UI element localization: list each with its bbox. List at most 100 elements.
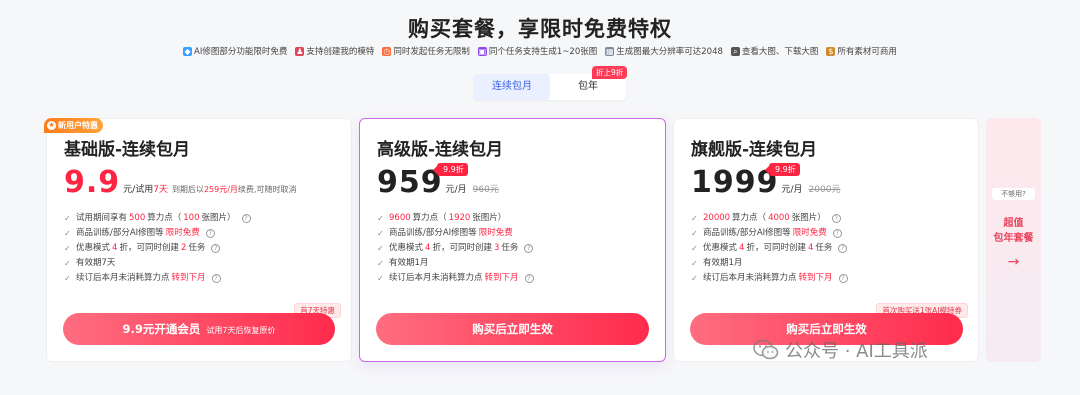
- feature-item: ✓ 有效期1月: [377, 256, 534, 271]
- new-user-badge: ★ 新用户特惠: [44, 118, 103, 133]
- check-icon: ✓: [64, 229, 71, 238]
- arrow-right-icon[interactable]: →: [986, 254, 1041, 270]
- help-icon[interactable]: ?: [211, 244, 221, 253]
- feature-item: ✓ 续订后本月未消耗算力点 转到下月?: [691, 271, 848, 286]
- help-icon[interactable]: ?: [241, 214, 251, 223]
- price-unit: 元/月: [445, 185, 467, 195]
- feature-item: ✓ 商品训练/部分AI修图等 限时免费?: [691, 226, 848, 241]
- perk-label: 同时发起任务无限制: [393, 47, 470, 57]
- check-icon: ✓: [377, 244, 384, 253]
- check-icon: ✓: [377, 214, 384, 223]
- price-unit: 元/月: [781, 185, 803, 195]
- buy-button[interactable]: 购买后立即生效: [376, 313, 649, 345]
- feature-text: 算力点（: [732, 213, 767, 223]
- check-icon: ✓: [64, 274, 71, 283]
- feature-highlight: 限时免费: [792, 228, 827, 238]
- help-icon[interactable]: ?: [832, 229, 842, 238]
- diamond-icon: ◆: [183, 46, 193, 56]
- discount-tag: 9.9折: [765, 163, 800, 176]
- renewal-note: 到期后以259元/月续费,可随时取消: [172, 184, 297, 195]
- feature-highlight: 1920: [448, 213, 471, 223]
- check-icon: ✓: [64, 214, 71, 223]
- feature-item: ✓ 20000 算力点（ 4000 张图片）?: [691, 211, 848, 226]
- feature-text: 有效期1月: [389, 258, 429, 268]
- feature-highlight: 限时免费: [165, 228, 200, 238]
- feature-highlight: 100: [183, 213, 200, 223]
- feature-text: 续订后本月未消耗算力点: [76, 273, 170, 283]
- plan-card-advanced: 高级版-连续包月 959 元/月 960元 9.9折 ✓ 9600 算力点（ 1920…: [359, 118, 666, 362]
- check-icon: ✓: [377, 259, 384, 268]
- fire-icon: ★: [47, 121, 56, 130]
- upsell-question: 不够用?: [992, 188, 1035, 200]
- watermark-text: 公众号 · AI工具派: [785, 341, 928, 362]
- help-icon[interactable]: ?: [205, 229, 215, 238]
- perk-item: ♟ 支持创建我的模特: [295, 45, 374, 57]
- feature-highlight: 3: [493, 243, 500, 253]
- feature-highlight: 4000: [768, 213, 790, 223]
- perks-bar: ◆ AI修图部分功能限时免费 ♟ 支持创建我的模特 ◷ 同时发起任务无限制 ▣ 同个任务支持生…: [0, 45, 1080, 57]
- help-icon[interactable]: ?: [838, 244, 848, 253]
- feature-text: 任务: [501, 243, 519, 253]
- feature-item: ✓ 有效期1月: [691, 256, 848, 271]
- help-icon[interactable]: ?: [524, 274, 534, 283]
- feature-text: 商品训练/部分AI修图等: [389, 228, 477, 238]
- yearly-upsell-card[interactable]: 不够用? 超值 包年套餐 →: [986, 118, 1041, 362]
- perk-item: ▦ 生成图最大分辨率可达2048: [605, 45, 723, 57]
- help-icon[interactable]: ?: [524, 244, 534, 253]
- feature-item: ✓ 优惠模式 4 折，可同时创建 3 任务?: [377, 241, 534, 256]
- price-unit: 元/试用7天: [123, 182, 168, 195]
- feature-text: 优惠模式: [703, 243, 738, 253]
- feature-text: 张图片）: [791, 213, 826, 223]
- perk-label: 所有素材可商用: [837, 47, 897, 57]
- yearly-discount-badge: 折上9折: [592, 66, 628, 79]
- feature-text: 有效期1月: [703, 258, 743, 268]
- feature-item: ✓ 优惠模式 4 折，可同时创建 4 任务?: [691, 241, 848, 256]
- feature-text: 商品训练/部分AI修图等: [703, 228, 791, 238]
- perk-item: ⌕ 查看大图、下载大图: [730, 45, 819, 57]
- help-icon[interactable]: ?: [211, 274, 221, 283]
- model-icon: ♟: [295, 46, 305, 56]
- check-icon: ✓: [691, 229, 698, 238]
- feature-text: 任务: [815, 243, 833, 253]
- check-icon: ✓: [691, 214, 698, 223]
- discount-tag: 9.9折: [433, 163, 468, 176]
- feature-highlight: 2: [180, 243, 187, 253]
- help-icon[interactable]: ?: [838, 274, 848, 283]
- cta-label: 9.9元开通会员: [122, 322, 201, 336]
- feature-text: 试用期间享有: [76, 213, 128, 223]
- feature-item: ✓ 商品训练/部分AI修图等 限时免费?: [64, 226, 251, 241]
- upsell-title-line1: 超值: [1003, 218, 1024, 229]
- feature-item: ✓ 商品训练/部分AI修图等 限时免费: [377, 226, 534, 241]
- feature-text: 张图片）: [472, 213, 507, 223]
- feature-item: ✓ 优惠模式 4 折，可同时创建 2 任务?: [64, 241, 251, 256]
- page-title: 购买套餐，享限时免费特权: [408, 17, 672, 41]
- feature-highlight: 转到下月: [798, 273, 833, 283]
- perk-item: ▣ 同个任务支持生成1~20张图: [477, 45, 598, 57]
- perk-label: 查看大图、下载大图: [741, 47, 819, 57]
- feature-highlight: 4: [112, 243, 118, 253]
- note-prefix: 到期后以: [171, 185, 204, 194]
- feature-highlight: 4: [425, 243, 431, 253]
- tab-monthly[interactable]: 连续包月: [474, 74, 550, 100]
- plan-price: 9.9: [64, 165, 121, 200]
- note-suffix: 续费,可随时取消: [237, 185, 297, 194]
- wechat-icon: [753, 339, 779, 361]
- feature-text: 算力点（: [147, 213, 182, 223]
- feature-text: 优惠模式: [76, 243, 111, 253]
- original-price: 2000元: [808, 185, 841, 195]
- check-icon: ✓: [64, 244, 71, 253]
- help-icon[interactable]: ?: [831, 214, 841, 223]
- feature-text: 任务: [188, 243, 206, 253]
- check-icon: ✓: [377, 274, 384, 283]
- image-count-icon: ▣: [477, 46, 487, 56]
- perk-label: AI修图部分功能限时免费: [194, 47, 288, 57]
- plan-card-basic: ★ 新用户特惠 基础版-连续包月 9.9 元/试用7天 到期后以259元/月续费…: [44, 118, 352, 362]
- new-user-badge-label: 新用户特惠: [58, 121, 98, 130]
- feature-highlight: 4: [807, 243, 814, 253]
- feature-text: 续订后本月未消耗算力点: [389, 273, 483, 283]
- subscribe-button[interactable]: 9.9元开通会员 试用7天后恢复原价: [63, 313, 335, 345]
- perk-label: 同个任务支持生成1~20张图: [488, 47, 598, 57]
- feature-highlight: 4: [739, 243, 745, 253]
- feature-highlight: 500: [129, 213, 146, 223]
- original-price: 960元: [472, 185, 499, 195]
